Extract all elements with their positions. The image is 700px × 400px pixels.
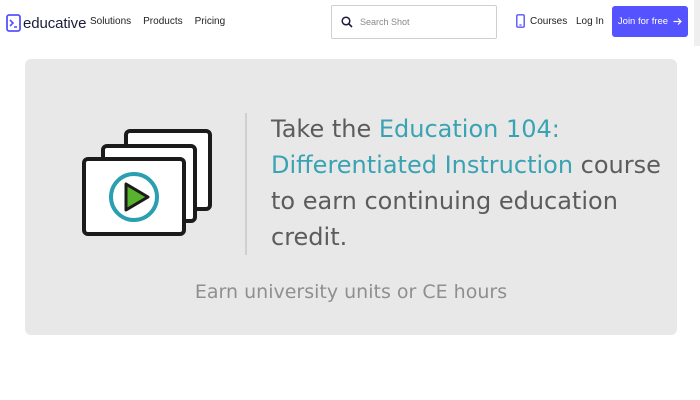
scrollbar[interactable] <box>694 0 700 46</box>
main-nav: Solutions Products Pricing <box>90 16 225 27</box>
login-link[interactable]: Log In <box>576 16 604 27</box>
nav-item-products[interactable]: Products <box>143 16 182 27</box>
join-button-label: Join for free <box>617 16 669 27</box>
headline-prefix: Take the <box>271 115 379 143</box>
courses-link[interactable]: Courses <box>516 14 567 28</box>
search-input[interactable] <box>360 17 485 27</box>
courses-label: Courses <box>530 15 568 27</box>
video-stack-play-icon <box>82 129 212 236</box>
banner-subline: Earn university units or CE hours <box>194 281 508 303</box>
search-icon <box>341 16 353 28</box>
device-icon <box>516 14 525 28</box>
course-title-line-1: Education 104: <box>378 115 560 143</box>
logo-text: educative <box>23 14 87 32</box>
banner-divider <box>245 113 247 255</box>
arrow-right-icon <box>673 18 682 25</box>
banner-headline: Take the Education 104: Differentiated In… <box>271 111 661 255</box>
nav-item-pricing[interactable]: Pricing <box>195 16 226 27</box>
search-box[interactable] <box>331 5 497 39</box>
course-promo-banner[interactable]: Take the Education 104: Differentiated In… <box>25 59 677 335</box>
educative-logo[interactable]: educative <box>6 12 86 34</box>
course-title-line-2: Differentiated Instruction <box>271 151 574 179</box>
educative-logo-icon <box>6 14 21 32</box>
top-navigation-bar: educative Solutions Products Pricing Cou… <box>0 0 700 46</box>
nav-item-solutions[interactable]: Solutions <box>90 16 131 27</box>
join-for-free-button[interactable]: Join for free <box>612 6 688 37</box>
